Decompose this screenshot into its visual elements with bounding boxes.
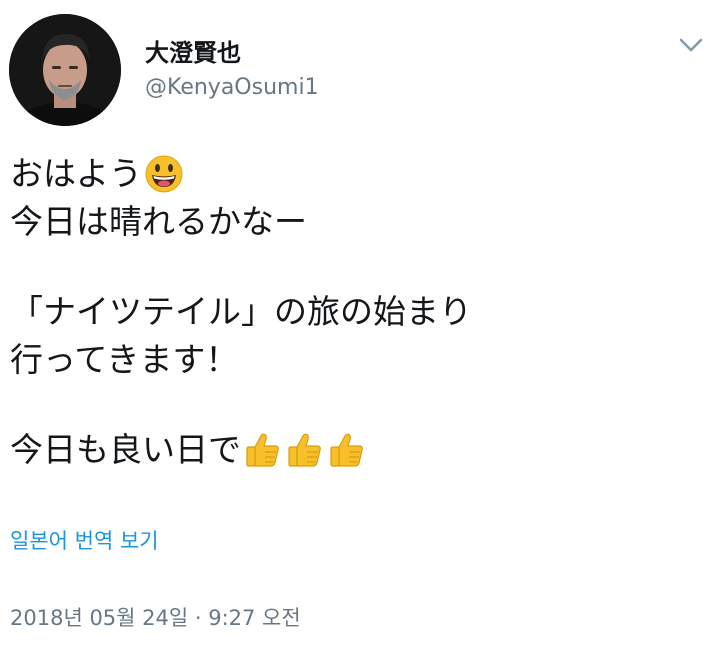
tweet-line-text: 今日も良い日で — [10, 430, 241, 469]
tweet-line-text: おはよう — [10, 154, 142, 193]
avatar[interactable] — [9, 14, 121, 126]
thumbs-up-emoji-icon — [285, 430, 325, 470]
translate-link[interactable]: 일본어 번역 보기 — [10, 527, 159, 555]
tweet-timestamp[interactable]: 2018년 05월 24일 · 9:27 오전 — [10, 604, 301, 632]
tweet-line: 「ナイツテイル」の旅の始まり — [10, 288, 700, 336]
tweet-line-text: 今日は晴れるかなー — [10, 202, 307, 241]
tweet-line: おはよう — [10, 150, 700, 198]
tweet-line: 今日は晴れるかなー — [10, 198, 700, 246]
tweet-line-text: 行ってきます！ — [10, 340, 239, 379]
tweet-card: 大澄賢也 @KenyaOsumi1 おはよう 今日は晴れるかなー 「ナイツテイル… — [0, 0, 720, 648]
chevron-down-icon[interactable] — [676, 30, 706, 60]
thumbs-up-emoji-icon — [243, 430, 283, 470]
user-handle[interactable]: @KenyaOsumi1 — [145, 74, 319, 102]
display-name[interactable]: 大澄賢也 — [145, 38, 241, 68]
grinning-face-emoji-icon — [144, 154, 184, 194]
profile-photo-icon — [9, 14, 121, 126]
tweet-text: おはよう 今日は晴れるかなー 「ナイツテイル」の旅の始まり 行ってきます！ 今日… — [10, 150, 700, 474]
tweet-line-text: 「ナイツテイル」の旅の始まり — [10, 292, 472, 331]
thumbs-up-emoji-icon — [327, 430, 367, 470]
tweet-line: 行ってきます！ — [10, 336, 700, 384]
tweet-line: 今日も良い日で — [10, 426, 700, 474]
